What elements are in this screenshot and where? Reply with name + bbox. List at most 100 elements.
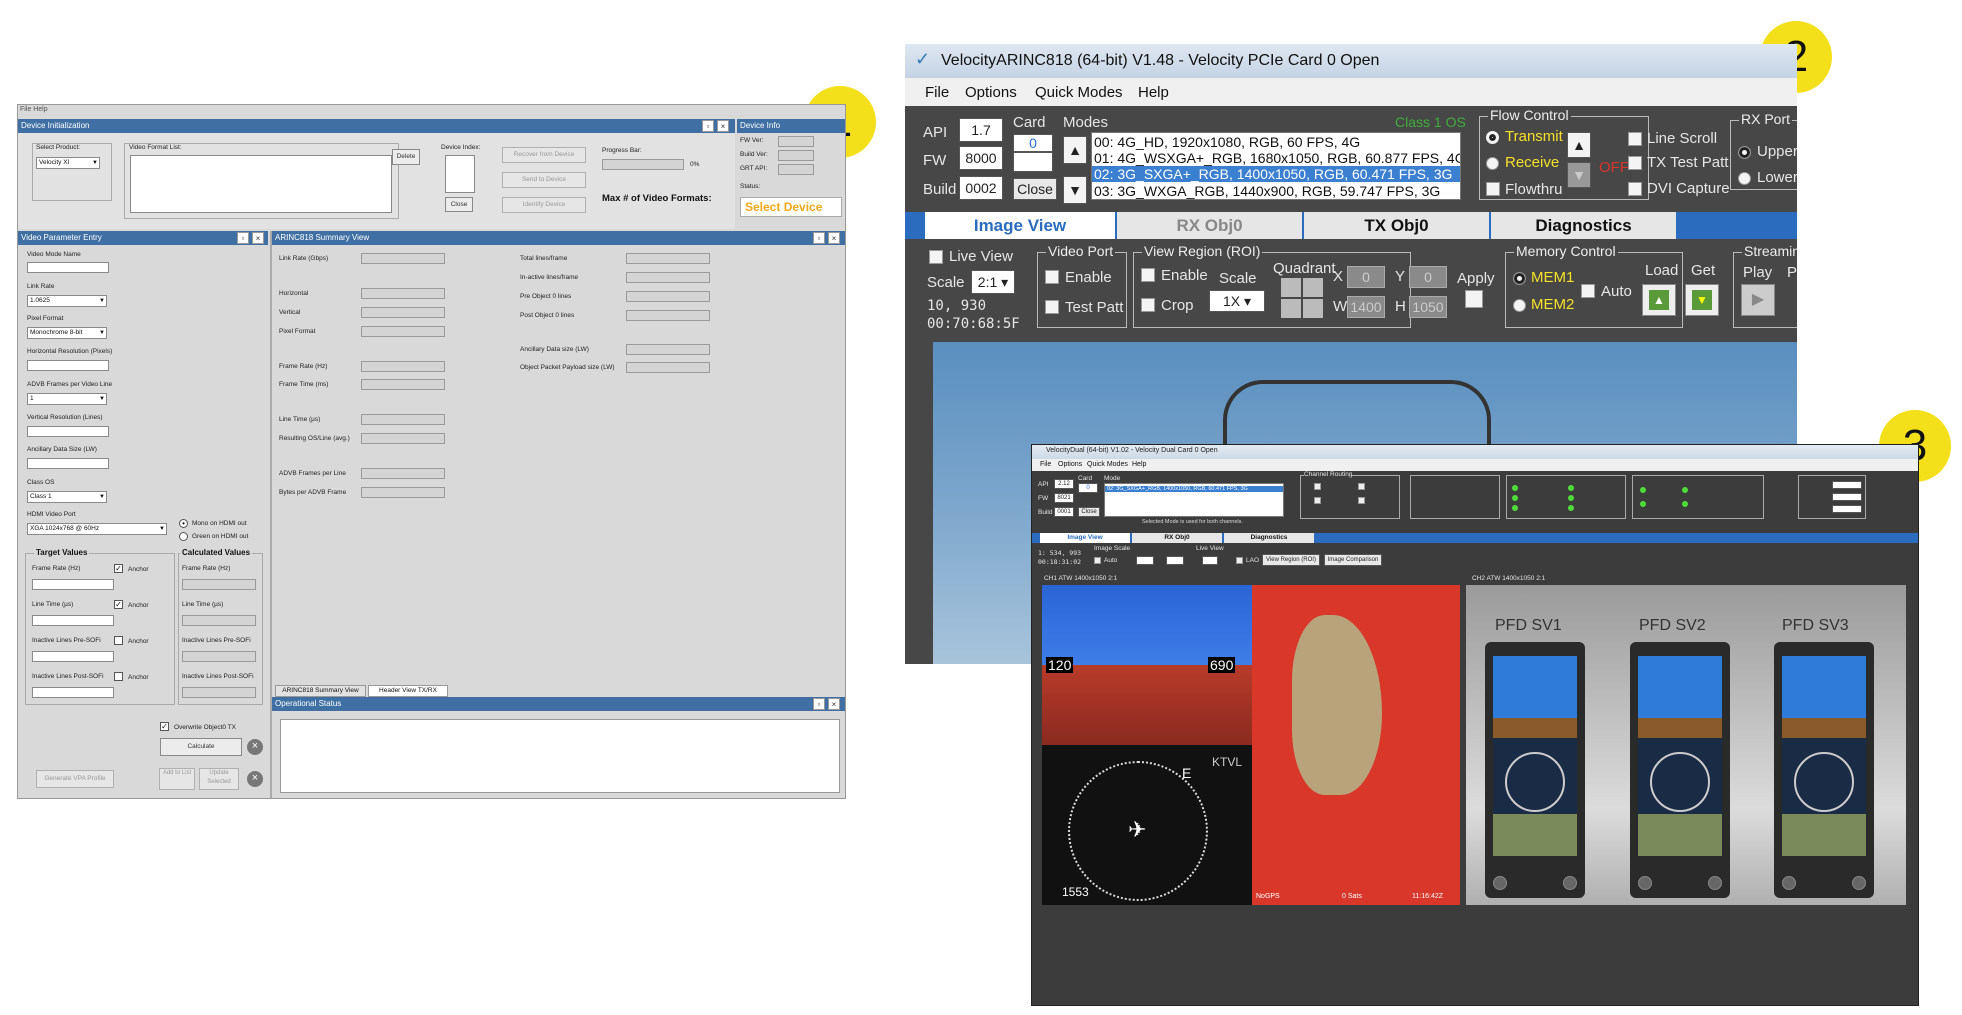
anchor-line-time-checkbox[interactable]: ✓ — [114, 600, 123, 609]
p3-live-view-select[interactable] — [1202, 556, 1218, 565]
tab-diagnostics[interactable]: Diagnostics — [1491, 212, 1676, 239]
tab-rx-obj0[interactable]: RX Obj0 — [1117, 212, 1302, 239]
update-cancel-icon[interactable]: × — [247, 771, 263, 787]
lower-radio[interactable] — [1738, 172, 1751, 185]
auto-checkbox[interactable] — [1581, 284, 1595, 298]
p3-tab-diagnostics[interactable]: Diagnostics — [1224, 533, 1314, 543]
p3-menu-file[interactable]: File — [1040, 461, 1051, 468]
mem1-radio[interactable] — [1513, 272, 1526, 285]
vres-input[interactable] — [27, 426, 109, 437]
p3-close-button[interactable]: Close — [1078, 507, 1100, 517]
pixel-format-select[interactable]: Monochrome 8-bit — [27, 327, 107, 339]
apply-checkbox[interactable] — [1465, 290, 1483, 308]
hres-input[interactable] — [27, 360, 109, 371]
routing-checkbox[interactable] — [1358, 497, 1365, 504]
update-selected-button[interactable]: Update Selected — [199, 768, 239, 790]
restore-icon[interactable]: ▫ — [237, 232, 249, 244]
test-patt-checkbox[interactable] — [1045, 300, 1059, 314]
tab-header-view[interactable]: Header View TX/RX — [368, 685, 448, 697]
device-index-field[interactable] — [445, 155, 475, 193]
link-rate-select[interactable]: 1.0625 — [27, 295, 107, 307]
video-mode-name-input[interactable] — [27, 262, 109, 273]
mono-hdmi-radio[interactable]: • — [179, 519, 188, 528]
mode-down-button[interactable]: ▼ — [1063, 176, 1087, 204]
crop-checkbox[interactable] — [1141, 298, 1155, 312]
play-button[interactable]: ▶ — [1741, 284, 1775, 316]
overwrite-object0-checkbox[interactable]: ✓ — [160, 722, 169, 731]
p3-menu-help[interactable]: Help — [1132, 461, 1146, 468]
p2-menu-help[interactable]: Help — [1138, 84, 1169, 101]
tx-test-patt-checkbox[interactable] — [1628, 156, 1642, 170]
mode-item[interactable]: 00: 4G_HD, 1920x1080, RGB, 60 FPS, 4G — [1094, 134, 1360, 150]
p3-mode-selected[interactable]: 02: 3G_SXGA+_RGB, 1400x1050, RGB, 60.471… — [1105, 486, 1283, 492]
view-region-enable-checkbox[interactable] — [1141, 268, 1155, 282]
roi-y-field[interactable]: 0 — [1409, 266, 1447, 288]
live-view-checkbox[interactable] — [929, 250, 943, 264]
tab-arinc818-summary[interactable]: ARINC818 Summary View — [275, 685, 366, 697]
p3-image-comparison-button[interactable]: Image Comparison — [1324, 554, 1382, 566]
restore-icon[interactable]: ▫ — [813, 232, 825, 244]
p3-lao-checkbox[interactable] — [1236, 557, 1243, 564]
p3-card-field[interactable]: 0 — [1078, 483, 1098, 493]
video-port-enable-checkbox[interactable] — [1045, 270, 1059, 284]
quadrant-selector[interactable] — [1281, 278, 1323, 318]
p3-scale-select[interactable] — [1166, 556, 1184, 565]
mode-item[interactable]: 01: 4G_WSXGA+_RGB, 1680x1050, RGB, 60.87… — [1094, 150, 1460, 166]
calculate-cancel-icon[interactable]: × — [247, 739, 263, 755]
p2-close-button[interactable]: Close — [1013, 178, 1057, 200]
routing-checkbox[interactable] — [1358, 483, 1365, 490]
p3-menu-options[interactable]: Options — [1058, 461, 1082, 468]
generate-vpa-profile-button[interactable]: Generate VPA Profile — [36, 770, 114, 788]
transmit-radio[interactable] — [1486, 131, 1499, 144]
identify-device-button[interactable]: Identify Device — [502, 197, 586, 213]
routing-checkbox[interactable] — [1314, 497, 1321, 504]
get-button[interactable]: ▼ — [1685, 284, 1719, 316]
p1-menubar[interactable]: File Help — [20, 106, 48, 113]
close-icon[interactable]: × — [717, 120, 729, 132]
restore-icon[interactable]: ▫ — [702, 120, 714, 132]
mode-up-button[interactable]: ▲ — [1063, 136, 1087, 164]
ch1-image[interactable]: 120 690 E ✈ 1553 KTVL NoGPS 0 Sats 11:16… — [1042, 585, 1460, 905]
anchor-inactive-pre-checkbox[interactable] — [114, 636, 123, 645]
flow-down-button[interactable]: ▼ — [1567, 162, 1591, 188]
op-status-log[interactable] — [280, 719, 840, 793]
ancillary-size-input[interactable] — [27, 458, 109, 469]
send-to-device-button[interactable]: Send to Device — [502, 172, 586, 188]
delete-button[interactable]: Delete — [392, 149, 420, 165]
p3-tab-image-view[interactable]: Image View — [1040, 533, 1130, 543]
mode-item-selected[interactable]: 02: 3G_SXGA+_RGB, 1400x1050, RGB, 60.471… — [1092, 166, 1460, 182]
calculate-button[interactable]: Calculate — [160, 738, 242, 756]
recover-from-device-button[interactable]: Recover from Device — [502, 147, 586, 163]
flowthru-checkbox[interactable] — [1486, 182, 1500, 196]
close-icon[interactable]: × — [252, 232, 264, 244]
mem2-radio[interactable] — [1513, 299, 1526, 312]
target-line-time-input[interactable] — [32, 615, 114, 626]
p3-auto-checkbox[interactable] — [1094, 557, 1101, 564]
anchor-inactive-post-checkbox[interactable] — [114, 672, 123, 681]
add-to-list-button[interactable]: Add to List — [159, 768, 195, 790]
scale-select[interactable]: 2:1 ▾ — [971, 270, 1015, 294]
tab-image-view[interactable]: Image View — [925, 212, 1115, 239]
roi-x-field[interactable]: 0 — [1347, 266, 1385, 288]
mode-item[interactable]: 03: 3G_WXGA_RGB, 1440x900, RGB, 59.747 F… — [1094, 183, 1440, 199]
close-device-button[interactable]: Close — [445, 197, 473, 212]
product-select[interactable]: Velocity XI — [36, 157, 100, 169]
p2-menu-file[interactable]: File — [925, 84, 949, 101]
roi-h-field[interactable]: 1050 — [1409, 296, 1447, 318]
target-inactive-post-input[interactable] — [32, 687, 114, 698]
upper-radio[interactable] — [1738, 146, 1751, 159]
p2-menu-quick-modes[interactable]: Quick Modes — [1035, 84, 1123, 101]
target-inactive-pre-input[interactable] — [32, 651, 114, 662]
close-icon[interactable]: × — [828, 698, 840, 710]
green-hdmi-radio[interactable] — [179, 532, 188, 541]
p3-view-region-button[interactable]: View Region (ROI) — [1262, 554, 1320, 566]
roi-scale-select[interactable]: 1X ▾ — [1209, 290, 1265, 312]
load-button[interactable]: ▲ — [1642, 284, 1676, 316]
tab-tx-obj0[interactable]: TX Obj0 — [1304, 212, 1489, 239]
receive-radio[interactable] — [1486, 157, 1499, 170]
p3-scale-select[interactable] — [1136, 556, 1154, 565]
routing-checkbox[interactable] — [1314, 483, 1321, 490]
target-frame-rate-input[interactable] — [32, 579, 114, 590]
dvi-capture-checkbox[interactable] — [1628, 182, 1642, 196]
card-field[interactable]: 0 — [1013, 134, 1053, 152]
